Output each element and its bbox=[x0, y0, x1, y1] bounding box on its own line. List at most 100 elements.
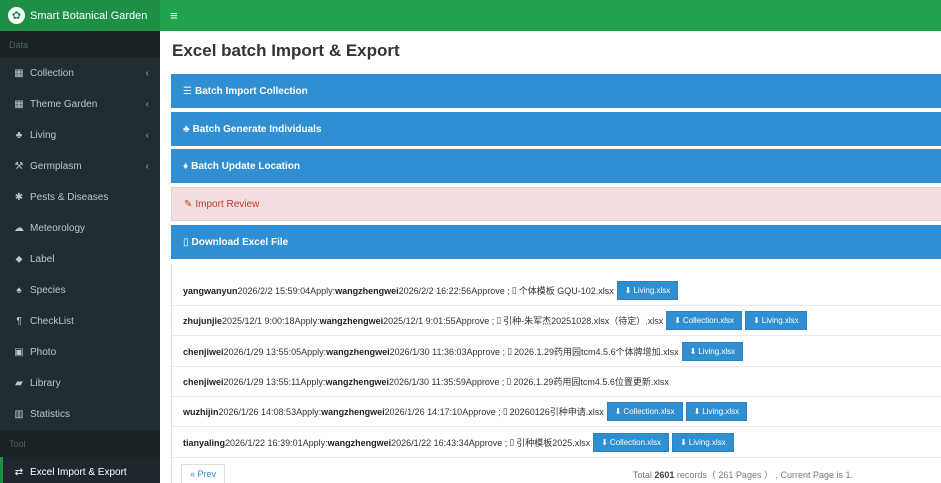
file-icon: ▯ bbox=[507, 346, 513, 356]
main-content: Excel batch Import & Export ☰ Batch Impo… bbox=[160, 31, 941, 483]
sidebar-item-label: Species bbox=[30, 285, 66, 296]
sidebar-item-statistics[interactable]: ▥ Statistics bbox=[0, 399, 160, 430]
approve-label: Approve ; bbox=[465, 376, 505, 387]
bar-chart-icon: ▥ bbox=[14, 409, 24, 420]
approve-label: Approve ; bbox=[462, 406, 501, 417]
sidebar-item-meteorology[interactable]: ☁ Meteorology bbox=[0, 213, 160, 244]
list-item: chenjiwei 2026/1/29 13:55:11 Apply: wang… bbox=[172, 367, 941, 397]
sidebar-item-label[interactable]: ⬥ Label bbox=[0, 244, 160, 275]
download-icon: ⬇ bbox=[601, 438, 608, 447]
download-button-label: Living.xlsx bbox=[698, 347, 736, 356]
panel-title: Import Review bbox=[195, 198, 260, 210]
panel-batch-import-collection[interactable]: ☰ Batch Import Collection bbox=[171, 74, 941, 108]
sidebar-item-label: Collection bbox=[30, 68, 74, 79]
sidebar-item-living[interactable]: ♣ Living ‹ bbox=[0, 120, 160, 151]
panel-import-review[interactable]: ✎ Import Review bbox=[171, 187, 941, 221]
applicant-name: wuzhijin bbox=[183, 406, 219, 417]
download-icon: ⬇ bbox=[674, 316, 681, 325]
image-icon: ▣ bbox=[14, 347, 24, 358]
file-icon: ▯ bbox=[502, 406, 508, 416]
sidebar-item-photo[interactable]: ▣ Photo bbox=[0, 337, 160, 368]
apply-label: Apply: bbox=[300, 376, 326, 387]
applicant-name: yangwanyun bbox=[183, 285, 238, 296]
sidebar-item-theme-garden[interactable]: ▦ Theme Garden ‹ bbox=[0, 89, 160, 120]
sidebar-item-label: Excel Import & Export bbox=[30, 467, 127, 478]
download-button[interactable]: ⬇ Living.xlsx bbox=[681, 342, 744, 361]
sidebar-item-species[interactable]: ♠ Species bbox=[0, 275, 160, 306]
pagination-summary: Total 2601 records（ 261 Pages ） , Curren… bbox=[633, 468, 853, 481]
prev-page-button[interactable]: « Prev bbox=[181, 464, 226, 483]
applicant-name: chenjiwei bbox=[183, 346, 224, 357]
download-button[interactable]: ⬇ Collection.xlsx bbox=[666, 311, 743, 330]
list-item: tianyaling 2026/1/22 16:39:01 Apply: wan… bbox=[172, 428, 941, 458]
approve-label: Approve ; bbox=[455, 315, 495, 326]
panel-download-excel-file[interactable]: ▯ Download Excel File bbox=[171, 225, 941, 259]
panel-title: Batch Update Location bbox=[191, 160, 301, 172]
download-button[interactable]: ⬇ Living.xlsx bbox=[616, 281, 679, 300]
sidebar-item-pests-diseases[interactable]: ✱ Pests & Diseases bbox=[0, 182, 160, 213]
download-button[interactable]: ⬇ Living.xlsx bbox=[745, 311, 807, 330]
download-icon: ⬇ bbox=[693, 407, 701, 416]
download-button-label: Living.xlsx bbox=[688, 438, 726, 447]
file-icon: ▯ bbox=[183, 236, 189, 248]
file-icon: ▯ bbox=[506, 376, 512, 386]
chevron-left-icon: ‹ bbox=[145, 68, 149, 79]
download-button[interactable]: ⬇ Living.xlsx bbox=[672, 433, 734, 452]
sidebar-item-library[interactable]: ▰ Library bbox=[0, 368, 160, 399]
sidebar-menu: ▦ Collection ‹ ▦ Theme Garden ‹ ♣ Living ‹ ⚒ Germp… bbox=[0, 58, 160, 430]
download-button-label: Collection.xlsx bbox=[609, 438, 662, 447]
download-button[interactable]: ⬇ Collection.xlsx bbox=[606, 402, 683, 421]
brand[interactable]: ✿ Smart Botanical Garden bbox=[0, 0, 160, 31]
panel-batch-update-location[interactable]: ♦ Batch Update Location bbox=[171, 149, 941, 183]
chevron-left-icon: ‹ bbox=[145, 130, 149, 141]
top-navbar: ≡ bbox=[160, 0, 941, 31]
sidebar-item-collection[interactable]: ▦ Collection ‹ bbox=[0, 58, 160, 89]
apply-time: 2026/2/2 15:59:04 bbox=[237, 285, 311, 296]
apply-time: 2026/1/29 13:55:05 bbox=[223, 346, 302, 357]
map-marker-icon: ♦ bbox=[183, 160, 189, 172]
download-icon: ⬇ bbox=[689, 347, 697, 356]
table-icon: ▦ bbox=[14, 68, 24, 79]
apply-label: Apply: bbox=[310, 285, 336, 296]
apply-time: 2026/1/29 13:55:11 bbox=[223, 376, 301, 387]
grid-icon: ▦ bbox=[14, 99, 24, 110]
apply-time: 2025/12/1 9:00:18 bbox=[222, 315, 295, 326]
tree-icon: ♣ bbox=[183, 123, 190, 135]
download-button-label: Living.xlsx bbox=[761, 316, 799, 325]
apply-time: 2026/1/26 14:08:53 bbox=[218, 406, 297, 417]
sidebar-item-label: CheckList bbox=[30, 316, 74, 327]
sidebar-item-label: Pests & Diseases bbox=[30, 192, 109, 203]
apply-label: Apply: bbox=[301, 346, 327, 357]
sidebar-item-germplasm[interactable]: ⚒ Germplasm ‹ bbox=[0, 151, 160, 182]
download-button-label: Collection.xlsx bbox=[682, 316, 735, 325]
total-suffix: records（ 261 Pages ） , Current Page is 1… bbox=[676, 470, 853, 480]
approve-time: 2026/1/30 11:35:59 bbox=[388, 376, 466, 387]
download-icon: ⬇ bbox=[753, 316, 760, 325]
tree-icon: ♣ bbox=[15, 130, 23, 141]
list-item: chenjiwei 2026/1/29 13:55:05 Apply: wang… bbox=[172, 337, 941, 367]
bug-icon: ✱ bbox=[14, 192, 24, 203]
apply-label: Apply: bbox=[302, 437, 328, 448]
sidebar-item-checklist[interactable]: ¶ CheckList bbox=[0, 306, 160, 337]
apply-time: 2026/1/22 16:39:01 bbox=[225, 437, 303, 448]
download-button-label: Living.xlsx bbox=[633, 286, 671, 295]
download-button-label: Living.xlsx bbox=[702, 407, 740, 416]
approve-label: Approve ; bbox=[466, 346, 506, 357]
applicant-name: tianyaling bbox=[183, 437, 226, 448]
approve-label: Approve ; bbox=[471, 285, 510, 296]
approver-name: wangzhengwei bbox=[321, 406, 385, 417]
approver-name: wangzhengwei bbox=[327, 437, 392, 448]
sidebar-item-label: Meteorology bbox=[30, 223, 86, 234]
total-prefix: Total bbox=[632, 470, 652, 480]
download-icon: ⬇ bbox=[614, 407, 622, 416]
sidebar-item-label: Living bbox=[30, 130, 57, 141]
sidebar-item-label: Photo bbox=[30, 347, 57, 358]
panel-title: Download Excel File bbox=[191, 236, 289, 248]
logo-icon: ✿ bbox=[8, 7, 25, 24]
download-button[interactable]: ⬇ Collection.xlsx bbox=[593, 433, 670, 452]
sidebar-item-excel-import-export[interactable]: ⇄ Excel Import & Export bbox=[0, 457, 160, 483]
menu-toggle-icon[interactable]: ≡ bbox=[170, 8, 178, 23]
panel-batch-generate-individuals[interactable]: ♣ Batch Generate Individuals bbox=[171, 112, 941, 146]
approve-time: 2026/2/2 16:22:56 bbox=[398, 285, 472, 296]
download-button[interactable]: ⬇ Living.xlsx bbox=[685, 402, 748, 421]
